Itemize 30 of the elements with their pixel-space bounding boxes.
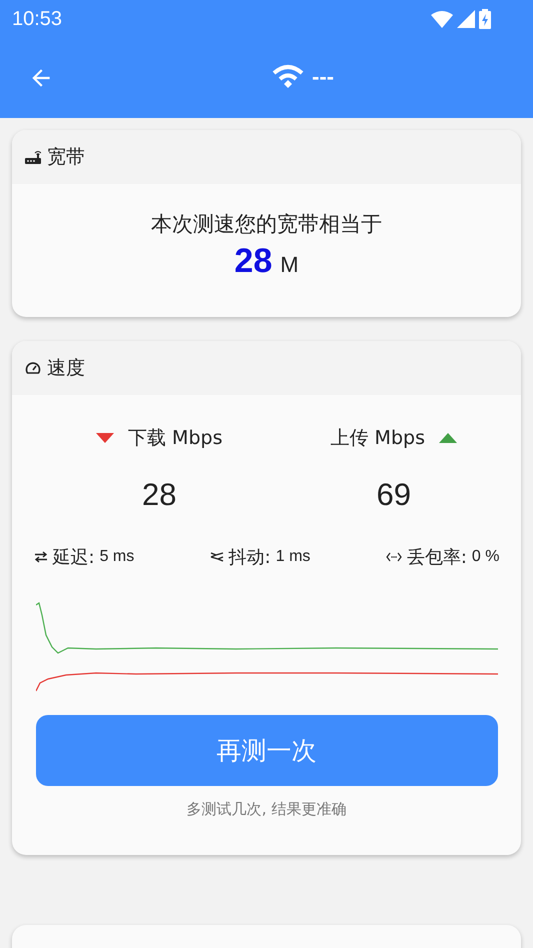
stat-label: 抖动: [228, 546, 271, 569]
signal-icon [457, 10, 475, 28]
code-arrows-icon [386, 552, 402, 562]
router-icon [25, 150, 41, 164]
stat-value: 1 ms [276, 548, 310, 566]
wifi-icon [431, 10, 453, 28]
up-triangle-icon [438, 433, 457, 443]
download-value: 28 [142, 477, 176, 513]
gauge-icon [25, 360, 41, 376]
stat-label: 丢包率: [406, 546, 467, 569]
upload-value: 69 [376, 477, 411, 513]
network-name: --- [312, 64, 334, 90]
stat-label: 延迟: [52, 546, 95, 569]
download-label: 下载 Mbps [128, 426, 222, 451]
broadband-value: 28 [234, 242, 272, 281]
stat-value: 0 % [472, 548, 500, 566]
stat-value: 5 ms [100, 548, 134, 566]
card-title: 速度 [47, 356, 85, 381]
retest-button[interactable]: 再测一次 [36, 715, 498, 786]
zigzag-icon [210, 551, 224, 563]
down-triangle-icon [96, 433, 114, 443]
upload-label: 上传 Mbps [330, 426, 425, 451]
unit-label: M [280, 252, 299, 278]
wifi-icon [272, 64, 304, 90]
status-time: 10:53 [12, 8, 62, 30]
card-title: 宽带 [47, 145, 85, 170]
result-sentence: 本次测速您的宽带相当于 [151, 211, 382, 238]
swap-arrows-icon [34, 551, 48, 563]
hint-text: 多测试几次, 结果更准确 [186, 800, 346, 819]
battery-icon [479, 9, 491, 29]
